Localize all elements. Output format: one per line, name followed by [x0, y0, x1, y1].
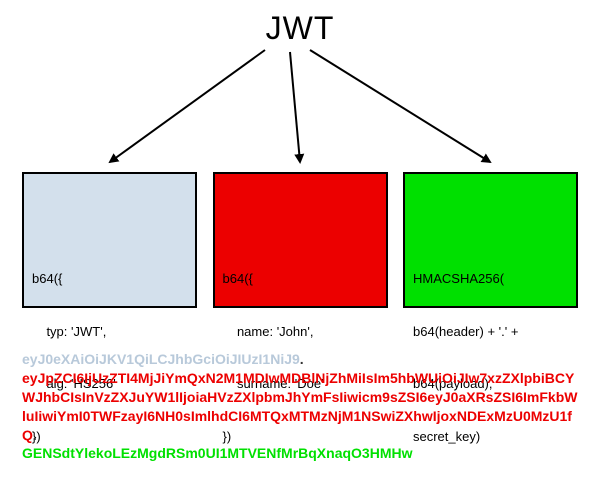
- token-payload-segment: eyJpZCI6IjUzZTI4MjJiYmQxN2M1MDIwMDBlNjZh…: [22, 370, 577, 443]
- boxes-row: b64({ typ: 'JWT', alg: 'HS256' }) b64({ …: [0, 172, 600, 308]
- arrow-to-header: [110, 50, 265, 162]
- arrow-to-payload: [290, 52, 300, 162]
- signature-line-1: HMACSHA256(: [413, 270, 568, 288]
- arrow-to-signature: [310, 50, 490, 162]
- token-signature-segment: GENSdtYlekoLEzMgdRSm0UI1MTVENfMrBqXnaqO3…: [22, 445, 412, 461]
- header-box: b64({ typ: 'JWT', alg: 'HS256' }): [22, 172, 197, 308]
- payload-line-2: name: 'John',: [223, 323, 378, 341]
- payload-line-1: b64({: [223, 270, 378, 288]
- signature-line-2: b64(header) + '.' +: [413, 323, 568, 341]
- header-line-1: b64({: [32, 270, 187, 288]
- encoded-token: eyJ0eXAiOiJKV1QiLCJhbGciOiJIUzI1NiJ9. ey…: [22, 350, 578, 463]
- payload-box: b64({ name: 'John', surname: 'Doe' }): [213, 172, 388, 308]
- signature-box: HMACSHA256( b64(header) + '.' + b64(payl…: [403, 172, 578, 308]
- token-dot-2: .: [33, 427, 37, 443]
- token-header-segment: eyJ0eXAiOiJKV1QiLCJhbGciOiJIUzI1NiJ9: [22, 351, 300, 367]
- header-line-2: typ: 'JWT',: [32, 323, 187, 341]
- token-dot-1: .: [300, 351, 304, 367]
- arrows-svg: [0, 0, 600, 180]
